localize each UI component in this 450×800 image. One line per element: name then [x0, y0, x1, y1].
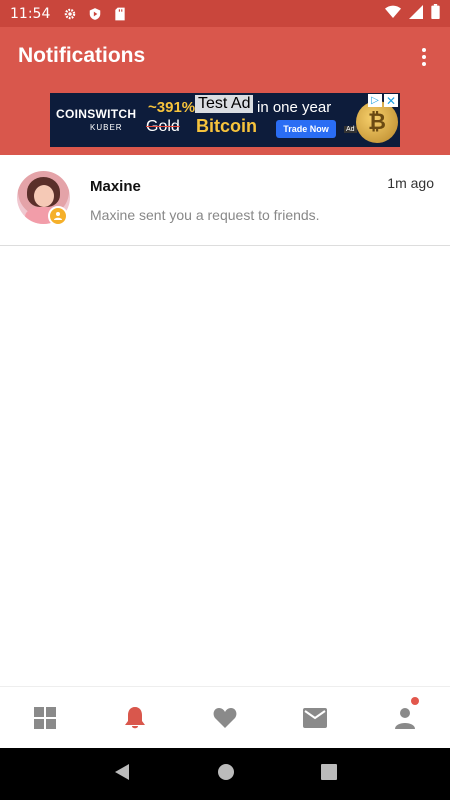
home-icon[interactable]	[217, 763, 235, 786]
ad-brand: COINSWITCH	[56, 107, 137, 121]
signal-icon	[409, 4, 423, 23]
ad-gold-text: Gold	[146, 118, 180, 135]
ad-tag: Ad	[344, 126, 357, 133]
bell-icon	[125, 706, 145, 728]
app-bar: Notifications COINSWITCH KUBER ~391% in …	[0, 27, 450, 155]
tab-grid[interactable]	[0, 687, 90, 748]
bottom-nav	[0, 686, 450, 748]
ad-banner[interactable]: COINSWITCH KUBER ~391% in one year Test …	[50, 93, 400, 147]
wifi-icon	[385, 5, 401, 23]
tab-messages[interactable]	[270, 687, 360, 748]
tab-notifications[interactable]	[90, 687, 180, 748]
friend-request-badge-icon	[48, 206, 68, 226]
notification-sender: Maxine	[90, 178, 141, 195]
status-right-icons	[385, 4, 440, 23]
status-bar: 11:54	[0, 0, 450, 27]
sd-card-icon	[112, 6, 128, 22]
more-vert-icon[interactable]	[412, 45, 436, 69]
ad-close-icon[interactable]: ✕	[384, 94, 398, 108]
system-nav-bar	[0, 748, 450, 800]
notification-list: Maxine 1m ago Maxine sent you a request …	[0, 155, 450, 246]
heart-icon	[213, 707, 237, 728]
grid-icon	[34, 706, 56, 729]
back-icon[interactable]	[113, 763, 131, 786]
profile-notification-dot	[411, 697, 419, 705]
trade-now-button[interactable]: Trade Now	[276, 120, 336, 138]
status-time: 11:54	[10, 5, 51, 22]
ad-percent: ~391%	[148, 99, 196, 116]
tab-profile[interactable]	[360, 687, 450, 748]
test-ad-label: Test Ad	[195, 95, 254, 113]
adchoices-icon[interactable]: ▷	[368, 94, 382, 107]
play-shield-icon	[87, 6, 103, 22]
battery-icon	[431, 4, 440, 23]
gear-icon	[62, 6, 78, 22]
tab-favorites[interactable]	[180, 687, 270, 748]
ad-brand-sub: KUBER	[90, 123, 123, 132]
notification-message: Maxine sent you a request to friends.	[90, 207, 320, 223]
mail-icon	[303, 707, 327, 728]
ad-year-text: in one year	[257, 99, 332, 116]
notification-time: 1m ago	[387, 175, 434, 191]
recents-icon[interactable]	[321, 763, 337, 785]
person-icon	[395, 707, 415, 729]
ad-bitcoin-text: Bitcoin	[196, 116, 257, 136]
page-title: Notifications	[18, 44, 146, 67]
screen: 11:54 Notifications COINSWITCH KUBER ~39…	[0, 0, 450, 800]
notification-item[interactable]: Maxine 1m ago Maxine sent you a request …	[0, 155, 450, 246]
